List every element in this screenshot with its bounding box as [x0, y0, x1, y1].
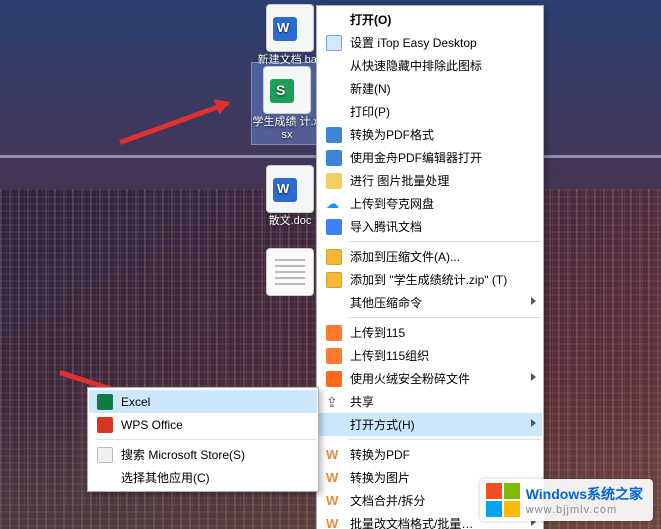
menu-separator: [95, 439, 316, 440]
menu-to-pdf[interactable]: 转换为PDF格式: [318, 123, 542, 146]
context-menu: 打开(O) 设置 iTop Easy Desktop 从快速隐藏中排除此图标 新…: [316, 5, 544, 529]
menu-open[interactable]: 打开(O): [318, 8, 542, 31]
submenu-store[interactable]: 搜索 Microsoft Store(S): [89, 443, 317, 466]
windows-logo-icon: [486, 483, 520, 517]
watermark: Windows系统之家 www.bjjmlv.com: [480, 479, 653, 521]
menu-open-with[interactable]: 打开方式(H): [318, 413, 542, 436]
excel-icon: [95, 393, 115, 411]
submenu-arrow-icon: [531, 419, 536, 427]
annotation-arrow: [119, 101, 229, 145]
desktop: 新建文档 backup.p… 学生成绩 计.xlsx 散文.doc 打开(O) …: [0, 0, 661, 529]
wps-office-icon: [95, 416, 115, 434]
menu-zip-named[interactable]: 添加到 "学生成绩统计.zip" (T): [318, 268, 542, 291]
menu-itop[interactable]: 设置 iTop Easy Desktop: [318, 31, 542, 54]
zip-icon: [324, 271, 344, 289]
pdf-editor-icon: [324, 149, 344, 167]
doc-icon: [266, 4, 314, 52]
ms-store-icon: [95, 446, 115, 464]
menu-115[interactable]: 上传到115: [318, 321, 542, 344]
pdf-icon: [324, 126, 344, 144]
menu-jz-pdf[interactable]: 使用金舟PDF编辑器打开: [318, 146, 542, 169]
blank-icon: [324, 294, 344, 312]
menu-115-org[interactable]: 上传到115组织: [318, 344, 542, 367]
watermark-text: Windows系统之家 www.bjjmlv.com: [526, 484, 643, 516]
menu-wps-pdf[interactable]: W转换为PDF: [318, 443, 542, 466]
desktop-file-txt[interactable]: [255, 248, 325, 298]
zip-icon: [324, 248, 344, 266]
c115-icon: [324, 324, 344, 342]
menu-separator: [348, 439, 541, 440]
menu-separator: [348, 317, 541, 318]
wps-icon: W: [324, 492, 344, 510]
submenu-excel[interactable]: Excel: [89, 390, 317, 413]
menu-tx-doc[interactable]: 导入腾讯文档: [318, 215, 542, 238]
blank-icon: [324, 103, 344, 121]
open-with-submenu: Excel WPS Office 搜索 Microsoft Store(S) 选…: [87, 387, 319, 492]
menu-zip-other[interactable]: 其他压缩命令: [318, 291, 542, 314]
xlsx-icon: [263, 66, 311, 114]
share-icon: ⇪: [324, 393, 344, 411]
menu-print[interactable]: 打印(P): [318, 100, 542, 123]
blank-icon: [324, 416, 344, 434]
desktop-file-label: 学生成绩 计.xlsx: [252, 116, 322, 141]
menu-share[interactable]: ⇪共享: [318, 390, 542, 413]
watermark-title: Windows系统之家: [526, 484, 643, 504]
txt-icon: [266, 248, 314, 296]
menu-huorong[interactable]: 使用火绒安全粉碎文件: [318, 367, 542, 390]
desktop-file-xlsx[interactable]: 学生成绩 计.xlsx: [252, 63, 322, 144]
blank-icon: [324, 11, 344, 29]
menu-exclude[interactable]: 从快速隐藏中排除此图标: [318, 54, 542, 77]
itop-icon: [324, 34, 344, 52]
tencent-doc-icon: [324, 218, 344, 236]
menu-separator: [348, 241, 541, 242]
blank-icon: [324, 57, 344, 75]
menu-img-batch[interactable]: 进行 图片批量处理: [318, 169, 542, 192]
menu-zip-add[interactable]: 添加到压缩文件(A)...: [318, 245, 542, 268]
menu-kk-cloud[interactable]: ☁上传到夸克网盘: [318, 192, 542, 215]
doc-icon: [266, 165, 314, 213]
wps-icon: W: [324, 446, 344, 464]
wps-icon: W: [324, 515, 344, 529]
desktop-file-doc[interactable]: 散文.doc: [255, 165, 325, 228]
cloud-icon: ☁: [324, 195, 344, 213]
menu-new[interactable]: 新建(N): [318, 77, 542, 100]
image-batch-icon: [324, 172, 344, 190]
submenu-other-app[interactable]: 选择其他应用(C): [89, 466, 317, 489]
huorong-icon: [324, 370, 344, 388]
wps-icon: W: [324, 469, 344, 487]
desktop-file-label: 散文.doc: [255, 215, 325, 228]
c115-icon: [324, 347, 344, 365]
submenu-wps[interactable]: WPS Office: [89, 413, 317, 436]
submenu-arrow-icon: [531, 297, 536, 305]
blank-icon: [324, 80, 344, 98]
watermark-url: www.bjjmlv.com: [526, 504, 643, 516]
submenu-arrow-icon: [531, 373, 536, 381]
blank-icon: [95, 469, 115, 487]
